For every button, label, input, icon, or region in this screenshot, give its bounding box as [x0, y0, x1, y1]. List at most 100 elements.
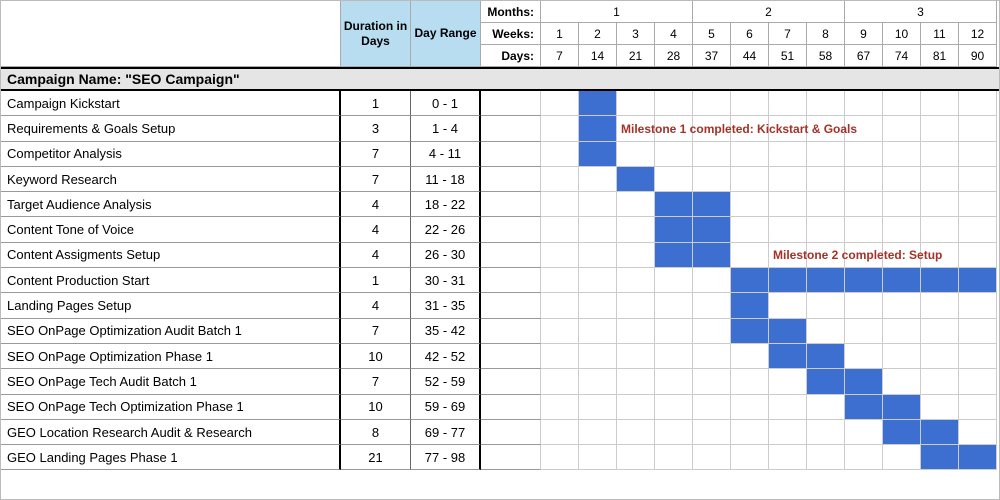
gantt-empty-cell: [883, 142, 921, 167]
gantt-empty-cell: [579, 369, 617, 394]
gutter-cell: [481, 192, 541, 217]
gantt-empty-cell: [921, 116, 959, 141]
table-row: Content Production Start130 - 31: [1, 268, 999, 293]
gantt-empty-cell: [807, 91, 845, 116]
gantt-empty-cell: [693, 91, 731, 116]
gantt-bar-cell: [807, 344, 845, 369]
gutter-cell: [481, 167, 541, 192]
task-name: Campaign Kickstart: [1, 91, 341, 116]
table-row: Content Assigments Setup426 - 30Mileston…: [1, 243, 999, 268]
gantt-empty-cell: [883, 116, 921, 141]
gantt-empty-cell: [959, 344, 997, 369]
gantt-empty-cell: [731, 445, 769, 470]
gantt-empty-cell: [693, 420, 731, 445]
gantt-bar-cell: [883, 395, 921, 420]
task-range: 18 - 22: [411, 192, 481, 217]
gutter-cell: [481, 369, 541, 394]
gantt-empty-cell: [579, 268, 617, 293]
gantt-empty-cell: [769, 445, 807, 470]
gantt-empty-cell: [617, 293, 655, 318]
gantt-empty-cell: [693, 319, 731, 344]
task-range: 77 - 98: [411, 445, 481, 470]
task-range: 52 - 59: [411, 369, 481, 394]
gantt-empty-cell: [541, 268, 579, 293]
gantt-bar-cell: [845, 369, 883, 394]
gantt-rows: Campaign Kickstart10 - 1Requirements & G…: [1, 91, 999, 470]
gantt-empty-cell: [883, 319, 921, 344]
gantt-bar-cell: [845, 395, 883, 420]
gantt-empty-cell: [579, 217, 617, 242]
task-name: Content Assigments Setup: [1, 243, 341, 268]
header-right: Months: 1 2 3 Weeks: 1 2 3 4 5 6 7 8 9 1…: [481, 1, 997, 67]
gantt-empty-cell: [921, 344, 959, 369]
header-months-row: Months: 1 2 3: [481, 1, 997, 23]
gutter-cell: [481, 344, 541, 369]
gantt-empty-cell: [541, 445, 579, 470]
gantt-empty-cell: [959, 217, 997, 242]
gantt-empty-cell: [617, 243, 655, 268]
task-name: Content Tone of Voice: [1, 217, 341, 242]
gantt-empty-cell: [883, 369, 921, 394]
gantt-empty-cell: [541, 420, 579, 445]
gantt-bar-cell: [579, 116, 617, 141]
gantt-empty-cell: [769, 167, 807, 192]
gantt-empty-cell: [693, 268, 731, 293]
gantt-empty-cell: [617, 91, 655, 116]
day-8: 58: [807, 45, 845, 67]
gantt-empty-cell: [693, 167, 731, 192]
days-label: Days:: [481, 45, 541, 67]
gantt-empty-cell: [617, 445, 655, 470]
header-weeks-row: Weeks: 1 2 3 4 5 6 7 8 9 10 11 12: [481, 23, 997, 45]
day-12: 90: [959, 45, 997, 67]
week-3: 3: [617, 23, 655, 45]
gantt-empty-cell: [693, 369, 731, 394]
gantt-empty-cell: [959, 91, 997, 116]
task-name: SEO OnPage Tech Optimization Phase 1: [1, 395, 341, 420]
gantt-empty-cell: [921, 142, 959, 167]
gutter-cell: [481, 395, 541, 420]
gantt-empty-cell: [731, 217, 769, 242]
gantt-empty-cell: [845, 217, 883, 242]
task-name: Requirements & Goals Setup: [1, 116, 341, 141]
gantt-empty-cell: [579, 293, 617, 318]
gantt-empty-cell: [541, 192, 579, 217]
gantt-empty-cell: [655, 167, 693, 192]
task-duration: 10: [341, 395, 411, 420]
table-row: Target Audience Analysis418 - 22: [1, 192, 999, 217]
gantt-empty-cell: [807, 420, 845, 445]
task-name: Target Audience Analysis: [1, 192, 341, 217]
gantt-empty-cell: [769, 91, 807, 116]
gantt-bar-cell: [769, 344, 807, 369]
header-duration: Duration in Days: [341, 1, 411, 67]
day-9: 67: [845, 45, 883, 67]
gantt-empty-cell: [617, 395, 655, 420]
task-duration: 3: [341, 116, 411, 141]
gantt-empty-cell: [655, 344, 693, 369]
table-row: SEO OnPage Tech Optimization Phase 11059…: [1, 395, 999, 420]
week-1: 1: [541, 23, 579, 45]
gantt-empty-cell: [731, 344, 769, 369]
milestone-label: Milestone 2 completed: Setup: [773, 248, 942, 262]
task-range: 35 - 42: [411, 319, 481, 344]
gantt-bar-cell: [579, 142, 617, 167]
gantt-empty-cell: [579, 167, 617, 192]
gantt-empty-cell: [769, 420, 807, 445]
task-range: 26 - 30: [411, 243, 481, 268]
gantt-bar-cell: [959, 445, 997, 470]
task-range: 69 - 77: [411, 420, 481, 445]
gantt-empty-cell: [959, 293, 997, 318]
month-2: 2: [693, 1, 845, 23]
table-row: SEO OnPage Optimization Phase 11042 - 52: [1, 344, 999, 369]
task-duration: 7: [341, 319, 411, 344]
task-duration: 1: [341, 268, 411, 293]
gantt-bar-cell: [883, 420, 921, 445]
gantt-empty-cell: [693, 395, 731, 420]
gantt-bar-cell: [921, 268, 959, 293]
gantt-empty-cell: [617, 369, 655, 394]
gantt-empty-cell: [883, 344, 921, 369]
weeks-label: Weeks:: [481, 23, 541, 45]
header-range: Day Range: [411, 1, 481, 67]
gantt-empty-cell: [807, 192, 845, 217]
gantt-bar-cell: [959, 268, 997, 293]
gantt-empty-cell: [959, 420, 997, 445]
